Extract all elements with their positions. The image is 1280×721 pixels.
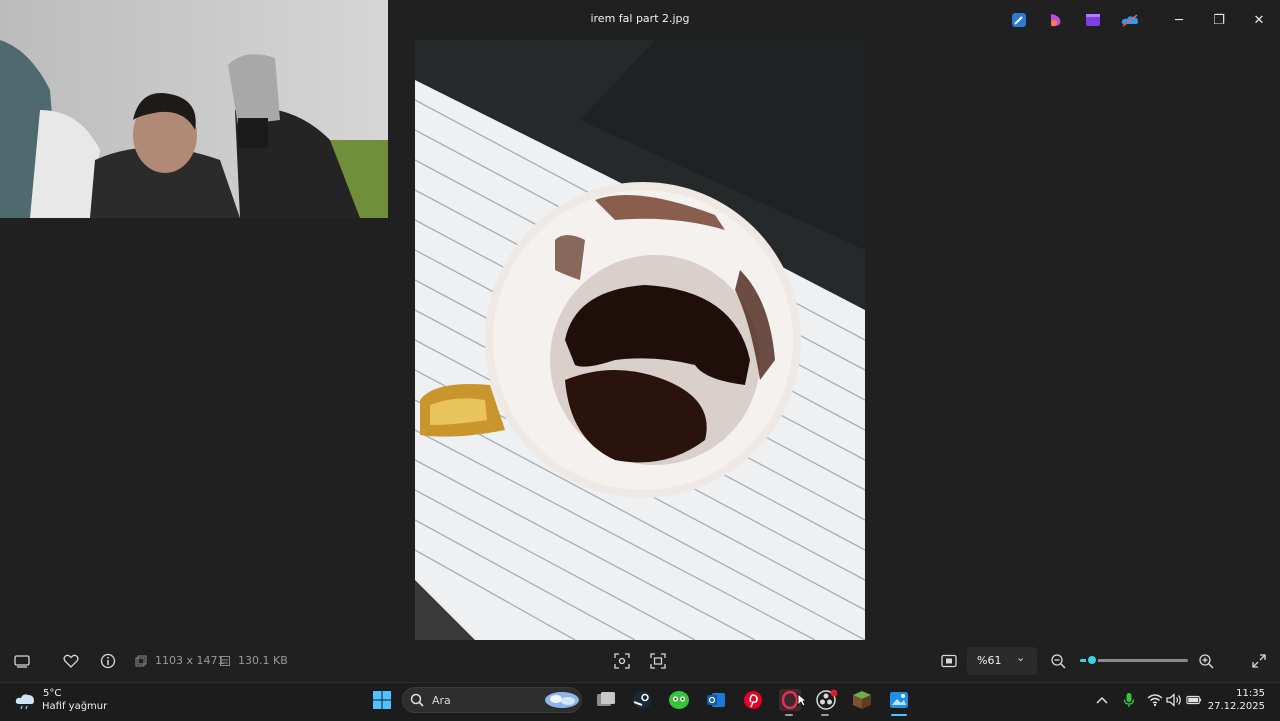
opera-running-indicator <box>785 714 793 716</box>
microphone-icon[interactable] <box>1121 692 1137 708</box>
zoom-slider-thumb[interactable] <box>1086 654 1098 666</box>
steam-icon[interactable] <box>630 688 654 712</box>
file-size: 130.1 KB <box>238 654 288 667</box>
close-button[interactable]: ✕ <box>1247 8 1271 32</box>
minimize-button[interactable]: ─ <box>1167 8 1191 32</box>
filmstrip-icon[interactable] <box>12 651 32 671</box>
heart-icon[interactable] <box>61 651 81 671</box>
select-scan-icon[interactable] <box>648 651 668 671</box>
photos-icon[interactable] <box>887 688 911 712</box>
obs-running-indicator <box>821 714 829 716</box>
webcam-overlay <box>0 0 388 218</box>
clock-date[interactable]: 27.12.2025 <box>1200 701 1265 712</box>
clock-time[interactable]: 11:35 <box>1220 688 1265 699</box>
zoom-in-icon[interactable] <box>1196 651 1216 671</box>
restore-button[interactable]: ❐ <box>1207 8 1231 32</box>
fit-view-icon[interactable] <box>939 651 959 671</box>
weather-desc[interactable]: Hafif yağmur <box>42 701 107 712</box>
photos-active-indicator <box>891 714 907 716</box>
weather-temp[interactable]: 5°C <box>43 688 61 699</box>
designer-icon[interactable] <box>1046 10 1066 30</box>
minecraft-icon[interactable] <box>850 688 874 712</box>
pinterest-icon[interactable] <box>741 688 765 712</box>
clipchamp-icon[interactable] <box>1083 10 1103 30</box>
mouse-cursor-icon <box>797 692 808 711</box>
onedrive-icon[interactable] <box>1120 10 1140 30</box>
search-highlight-icon <box>544 688 580 712</box>
chevron-up-icon[interactable] <box>1094 692 1110 708</box>
ai-scan-icon[interactable] <box>612 651 632 671</box>
dimensions-icon <box>131 651 151 671</box>
fullscreen-icon[interactable] <box>1249 651 1269 671</box>
obs-icon[interactable] <box>814 688 838 712</box>
zoom-out-icon[interactable] <box>1048 651 1068 671</box>
search-label: Ara <box>432 694 451 707</box>
start-icon[interactable] <box>370 688 394 712</box>
speaker-icon[interactable] <box>1166 692 1182 708</box>
info-icon[interactable] <box>98 651 118 671</box>
weather-icon[interactable] <box>14 688 38 712</box>
chevron-down-icon: ⌄ <box>1016 651 1026 664</box>
wifi-icon[interactable] <box>1147 692 1163 708</box>
edit-icon[interactable] <box>1009 10 1029 30</box>
window-title: irem fal part 2.jpg <box>590 12 690 25</box>
search-icon <box>407 688 427 712</box>
xbox-icon[interactable] <box>667 688 691 712</box>
zoom-value: %61 <box>977 654 1002 667</box>
filesize-icon <box>215 651 235 671</box>
outlook-icon[interactable] <box>704 688 728 712</box>
coffee-cup-photo <box>415 40 865 640</box>
task-view-icon[interactable] <box>594 688 618 712</box>
